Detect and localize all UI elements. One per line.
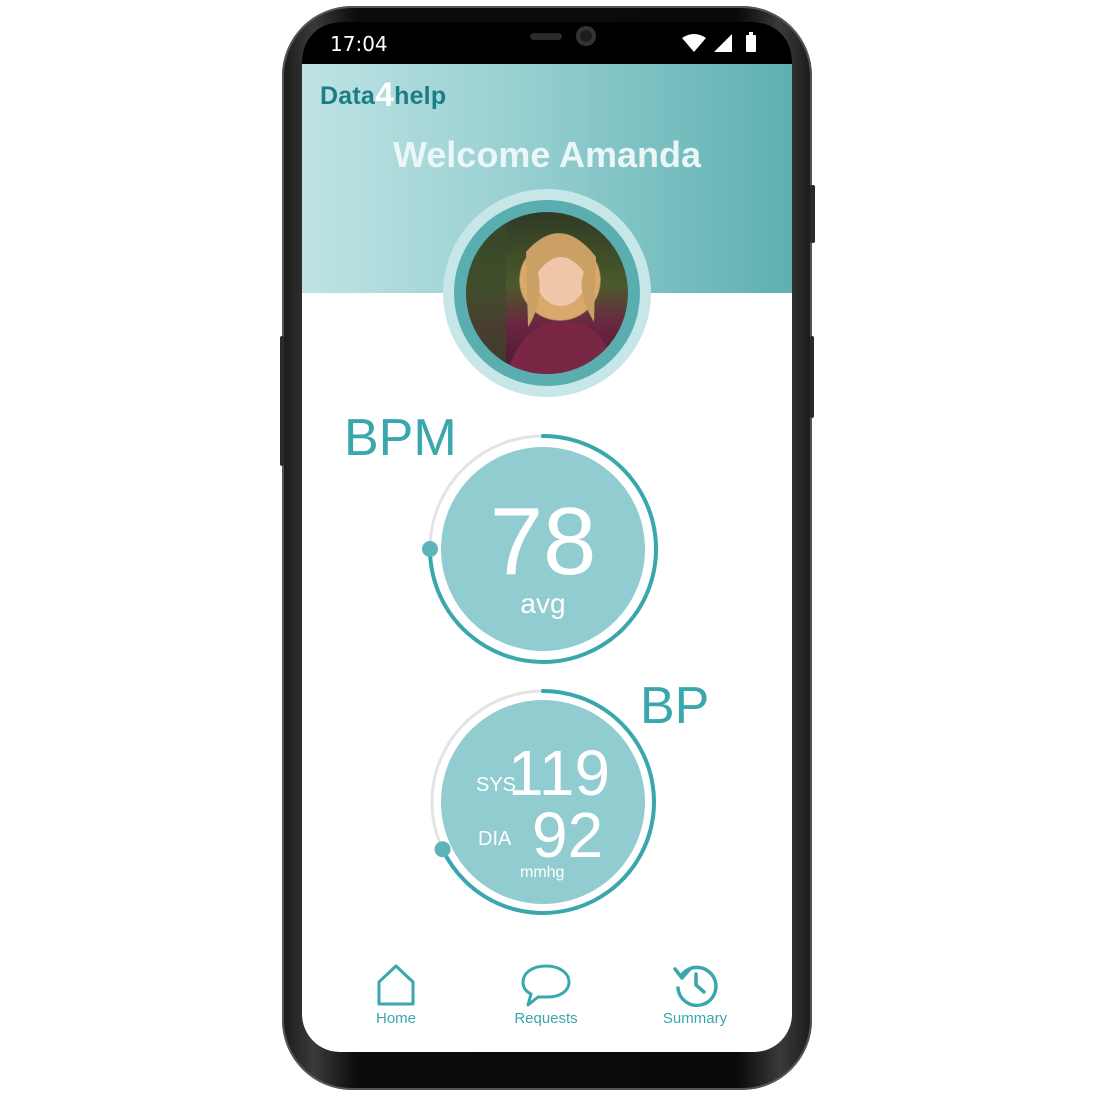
home-icon — [377, 964, 415, 1006]
nav-requests-label: Requests — [514, 1010, 578, 1027]
bp-unit: mmhg — [520, 864, 565, 881]
bp-gauge-knob — [434, 841, 451, 858]
history-icon — [673, 965, 718, 1008]
status-time: 17:04 — [330, 32, 388, 56]
nav-requests[interactable]: Requests — [486, 962, 606, 1027]
power-button — [810, 336, 814, 418]
bpm-value: 78 — [489, 488, 597, 595]
app-logo: Data4help — [320, 76, 447, 114]
nav-summary[interactable]: Summary — [635, 962, 755, 1027]
front-camera — [576, 26, 596, 46]
dia-label: DIA — [478, 828, 512, 850]
alert-slider — [810, 185, 815, 243]
status-icons — [680, 32, 770, 54]
nav-summary-label: Summary — [662, 1010, 728, 1027]
dia-value: 92 — [532, 799, 604, 871]
chat-icon — [521, 964, 571, 1007]
bpm-unit: avg — [520, 588, 566, 619]
bottom-nav: Home Requests Summary — [302, 962, 792, 1042]
notch — [472, 22, 622, 58]
earpiece — [530, 33, 562, 40]
nav-home[interactable]: Home — [336, 962, 456, 1027]
nav-home-label: Home — [375, 1010, 416, 1027]
avatar[interactable] — [466, 212, 628, 374]
app-screen: 17:04 Data4help Welcome Amanda BPM 78 av… — [302, 22, 792, 1052]
welcome-title: Welcome Amanda — [392, 134, 702, 175]
wifi-icon — [682, 34, 706, 52]
battery-icon — [746, 35, 756, 52]
signal-icon — [714, 34, 732, 52]
volume-button — [280, 336, 284, 466]
